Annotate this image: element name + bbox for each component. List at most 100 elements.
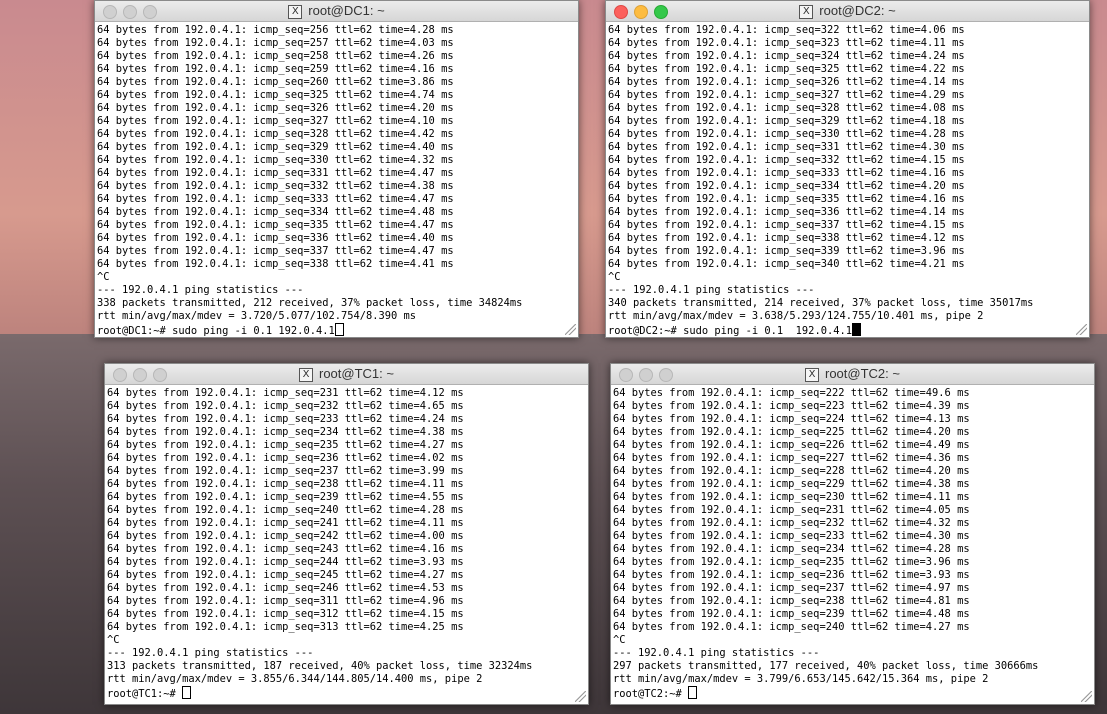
shell-prompt[interactable]: root@TC1:~# [107,686,586,701]
terminal-line: 64 bytes from 192.0.4.1: icmp_seq=238 tt… [107,478,464,490]
terminal-line: 64 bytes from 192.0.4.1: icmp_seq=245 tt… [107,569,464,581]
terminal-line: 64 bytes from 192.0.4.1: icmp_seq=331 tt… [97,167,454,179]
window-title: root@TC1: ~ [319,366,394,381]
terminal-line: 64 bytes from 192.0.4.1: icmp_seq=325 tt… [97,89,454,101]
terminal-line: 64 bytes from 192.0.4.1: icmp_seq=236 tt… [107,452,464,464]
terminal-line: 64 bytes from 192.0.4.1: icmp_seq=237 tt… [107,465,464,477]
terminal-line: ^C [608,271,621,283]
terminal-output[interactable]: 64 bytes from 192.0.4.1: icmp_seq=231 tt… [105,385,588,703]
terminal-line: 64 bytes from 192.0.4.1: icmp_seq=239 tt… [107,491,464,503]
terminal-line: 64 bytes from 192.0.4.1: icmp_seq=234 tt… [613,543,970,555]
terminal-output[interactable]: 64 bytes from 192.0.4.1: icmp_seq=322 tt… [606,22,1089,340]
terminal-line: 64 bytes from 192.0.4.1: icmp_seq=329 tt… [608,115,965,127]
terminal-line: 64 bytes from 192.0.4.1: icmp_seq=324 tt… [608,50,965,62]
terminal-line: 64 bytes from 192.0.4.1: icmp_seq=223 tt… [613,400,970,412]
prompt-text: root@TC1:~# [107,688,183,700]
zoom-button[interactable] [654,5,668,19]
terminal-line: 64 bytes from 192.0.4.1: icmp_seq=232 tt… [613,517,970,529]
window-titlebar[interactable]: Xroot@TC2: ~ [611,364,1094,385]
shell-prompt[interactable]: root@DC1:~# sudo ping -i 0.1 192.0.4.1 [97,323,576,338]
terminal-line: 64 bytes from 192.0.4.1: icmp_seq=336 tt… [97,232,454,244]
text-cursor [182,686,192,699]
terminal-line: 64 bytes from 192.0.4.1: icmp_seq=238 tt… [613,595,970,607]
minimize-button[interactable] [133,368,147,382]
window-titlebar[interactable]: Xroot@TC1: ~ [105,364,588,385]
terminal-line: 64 bytes from 192.0.4.1: icmp_seq=332 tt… [97,180,454,192]
close-button[interactable] [619,368,633,382]
terminal-line: 313 packets transmitted, 187 received, 4… [107,660,533,672]
terminal-line: 64 bytes from 192.0.4.1: icmp_seq=336 tt… [608,206,965,218]
terminal-line: 64 bytes from 192.0.4.1: icmp_seq=233 tt… [613,530,970,542]
terminal-line: --- 192.0.4.1 ping statistics --- [107,647,314,659]
x11-icon: X [805,367,819,382]
terminal-line: 64 bytes from 192.0.4.1: icmp_seq=256 tt… [97,24,454,36]
terminal-line: 64 bytes from 192.0.4.1: icmp_seq=225 tt… [613,426,970,438]
zoom-button[interactable] [143,5,157,19]
terminal-window-dc2[interactable]: Xroot@DC2: ~ 64 bytes from 192.0.4.1: ic… [605,0,1090,338]
terminal-line: 64 bytes from 192.0.4.1: icmp_seq=232 tt… [107,400,464,412]
terminal-line: 64 bytes from 192.0.4.1: icmp_seq=331 tt… [608,141,965,153]
terminal-line: 64 bytes from 192.0.4.1: icmp_seq=338 tt… [97,258,454,270]
terminal-line: 64 bytes from 192.0.4.1: icmp_seq=230 tt… [613,491,970,503]
terminal-line: 64 bytes from 192.0.4.1: icmp_seq=326 tt… [97,102,454,114]
minimize-button[interactable] [634,5,648,19]
terminal-line: 64 bytes from 192.0.4.1: icmp_seq=233 tt… [107,413,464,425]
text-cursor [688,686,698,699]
terminal-line: 64 bytes from 192.0.4.1: icmp_seq=240 tt… [107,504,464,516]
resize-grip[interactable] [1076,324,1087,335]
terminal-line: 64 bytes from 192.0.4.1: icmp_seq=226 tt… [613,439,970,451]
resize-grip[interactable] [1081,691,1092,702]
terminal-line: rtt min/avg/max/mdev = 3.799/6.653/145.6… [613,673,989,685]
terminal-output[interactable]: 64 bytes from 192.0.4.1: icmp_seq=256 tt… [95,22,578,340]
zoom-button[interactable] [659,368,673,382]
terminal-line: 338 packets transmitted, 212 received, 3… [97,297,523,309]
terminal-line: 64 bytes from 192.0.4.1: icmp_seq=243 tt… [107,543,464,555]
resize-grip[interactable] [575,691,586,702]
window-titlebar[interactable]: Xroot@DC1: ~ [95,1,578,22]
terminal-line: 64 bytes from 192.0.4.1: icmp_seq=327 tt… [608,89,965,101]
window-title: root@DC1: ~ [308,3,385,18]
x11-icon: X [799,4,814,19]
terminal-line: 64 bytes from 192.0.4.1: icmp_seq=241 tt… [107,517,464,529]
terminal-line: rtt min/avg/max/mdev = 3.720/5.077/102.7… [97,310,417,322]
terminal-window-tc2[interactable]: Xroot@TC2: ~ 64 bytes from 192.0.4.1: ic… [610,363,1095,705]
terminal-output[interactable]: 64 bytes from 192.0.4.1: icmp_seq=222 tt… [611,385,1094,703]
terminal-line: rtt min/avg/max/mdev = 3.638/5.293/124.7… [608,310,984,322]
close-button[interactable] [113,368,127,382]
terminal-line: --- 192.0.4.1 ping statistics --- [608,284,815,296]
minimize-button[interactable] [123,5,137,19]
terminal-line: 64 bytes from 192.0.4.1: icmp_seq=313 tt… [107,621,464,633]
terminal-line: 64 bytes from 192.0.4.1: icmp_seq=333 tt… [97,193,454,205]
terminal-line: 64 bytes from 192.0.4.1: icmp_seq=259 tt… [97,63,454,75]
terminal-line: 64 bytes from 192.0.4.1: icmp_seq=228 tt… [613,465,970,477]
terminal-window-dc1[interactable]: Xroot@DC1: ~ 64 bytes from 192.0.4.1: ic… [94,0,579,338]
window-title: root@DC2: ~ [819,3,896,18]
close-button[interactable] [614,5,628,19]
zoom-button[interactable] [153,368,167,382]
terminal-line: 64 bytes from 192.0.4.1: icmp_seq=234 tt… [107,426,464,438]
terminal-line: 64 bytes from 192.0.4.1: icmp_seq=229 tt… [613,478,970,490]
terminal-line: 64 bytes from 192.0.4.1: icmp_seq=328 tt… [97,128,454,140]
terminal-line: 64 bytes from 192.0.4.1: icmp_seq=235 tt… [613,556,970,568]
terminal-line: 64 bytes from 192.0.4.1: icmp_seq=337 tt… [97,245,454,257]
window-titlebar[interactable]: Xroot@DC2: ~ [606,1,1089,22]
shell-prompt[interactable]: root@TC2:~# [613,686,1092,701]
terminal-line: 64 bytes from 192.0.4.1: icmp_seq=334 tt… [97,206,454,218]
close-button[interactable] [103,5,117,19]
text-cursor [334,323,344,336]
terminal-line: 64 bytes from 192.0.4.1: icmp_seq=327 tt… [97,115,454,127]
terminal-line: 64 bytes from 192.0.4.1: icmp_seq=231 tt… [107,387,464,399]
terminal-line: 64 bytes from 192.0.4.1: icmp_seq=323 tt… [608,37,965,49]
terminal-line: 64 bytes from 192.0.4.1: icmp_seq=335 tt… [608,193,965,205]
terminal-line: 64 bytes from 192.0.4.1: icmp_seq=240 tt… [613,621,970,633]
terminal-line: ^C [613,634,626,646]
terminal-line: --- 192.0.4.1 ping statistics --- [97,284,304,296]
terminal-line: 64 bytes from 192.0.4.1: icmp_seq=330 tt… [608,128,965,140]
terminal-line: 64 bytes from 192.0.4.1: icmp_seq=328 tt… [608,102,965,114]
shell-prompt[interactable]: root@DC2:~# sudo ping -i 0.1 192.0.4.1 [608,323,1087,338]
text-cursor [851,323,861,336]
resize-grip[interactable] [565,324,576,335]
terminal-line: 64 bytes from 192.0.4.1: icmp_seq=222 tt… [613,387,970,399]
terminal-window-tc1[interactable]: Xroot@TC1: ~ 64 bytes from 192.0.4.1: ic… [104,363,589,705]
minimize-button[interactable] [639,368,653,382]
